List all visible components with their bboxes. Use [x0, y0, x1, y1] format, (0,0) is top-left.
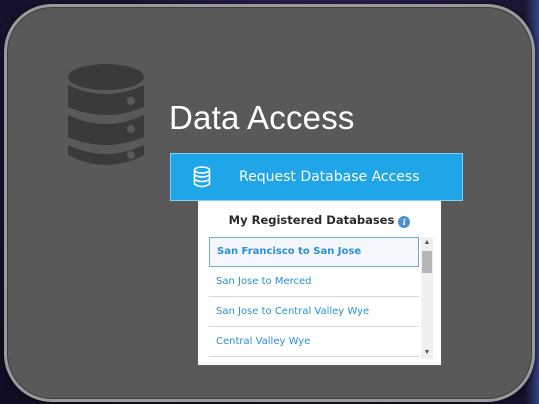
registered-databases-title: My Registered Databases — [228, 213, 395, 227]
list-scrollbar[interactable]: ▲ ▼ — [421, 237, 433, 359]
registered-databases-list: San Francisco to San Jose San Jose to Me… — [209, 237, 434, 359]
list-item[interactable]: San Jose to Central Valley Wye — [209, 297, 419, 327]
list-item[interactable]: San Jose to Merced — [209, 267, 419, 297]
list-item[interactable]: Central Valley Wye — [209, 327, 419, 357]
scroll-thumb[interactable] — [422, 251, 432, 273]
scroll-up-arrow-icon[interactable]: ▲ — [421, 237, 433, 249]
card-title: Data Access — [169, 99, 355, 136]
database-icon — [193, 166, 211, 188]
registered-databases-panel: My Registered Databases i San Francisco t… — [198, 201, 441, 365]
list-item[interactable]: San Francisco to San Jose — [209, 237, 419, 267]
scroll-down-arrow-icon[interactable]: ▼ — [421, 347, 433, 359]
request-database-access-label: Request Database Access — [239, 169, 420, 185]
database-stack-icon — [68, 64, 144, 165]
info-icon[interactable]: i — [398, 216, 411, 228]
registered-databases-header: My Registered Databases i — [198, 213, 441, 228]
request-database-access-button[interactable]: Request Database Access — [170, 153, 463, 201]
